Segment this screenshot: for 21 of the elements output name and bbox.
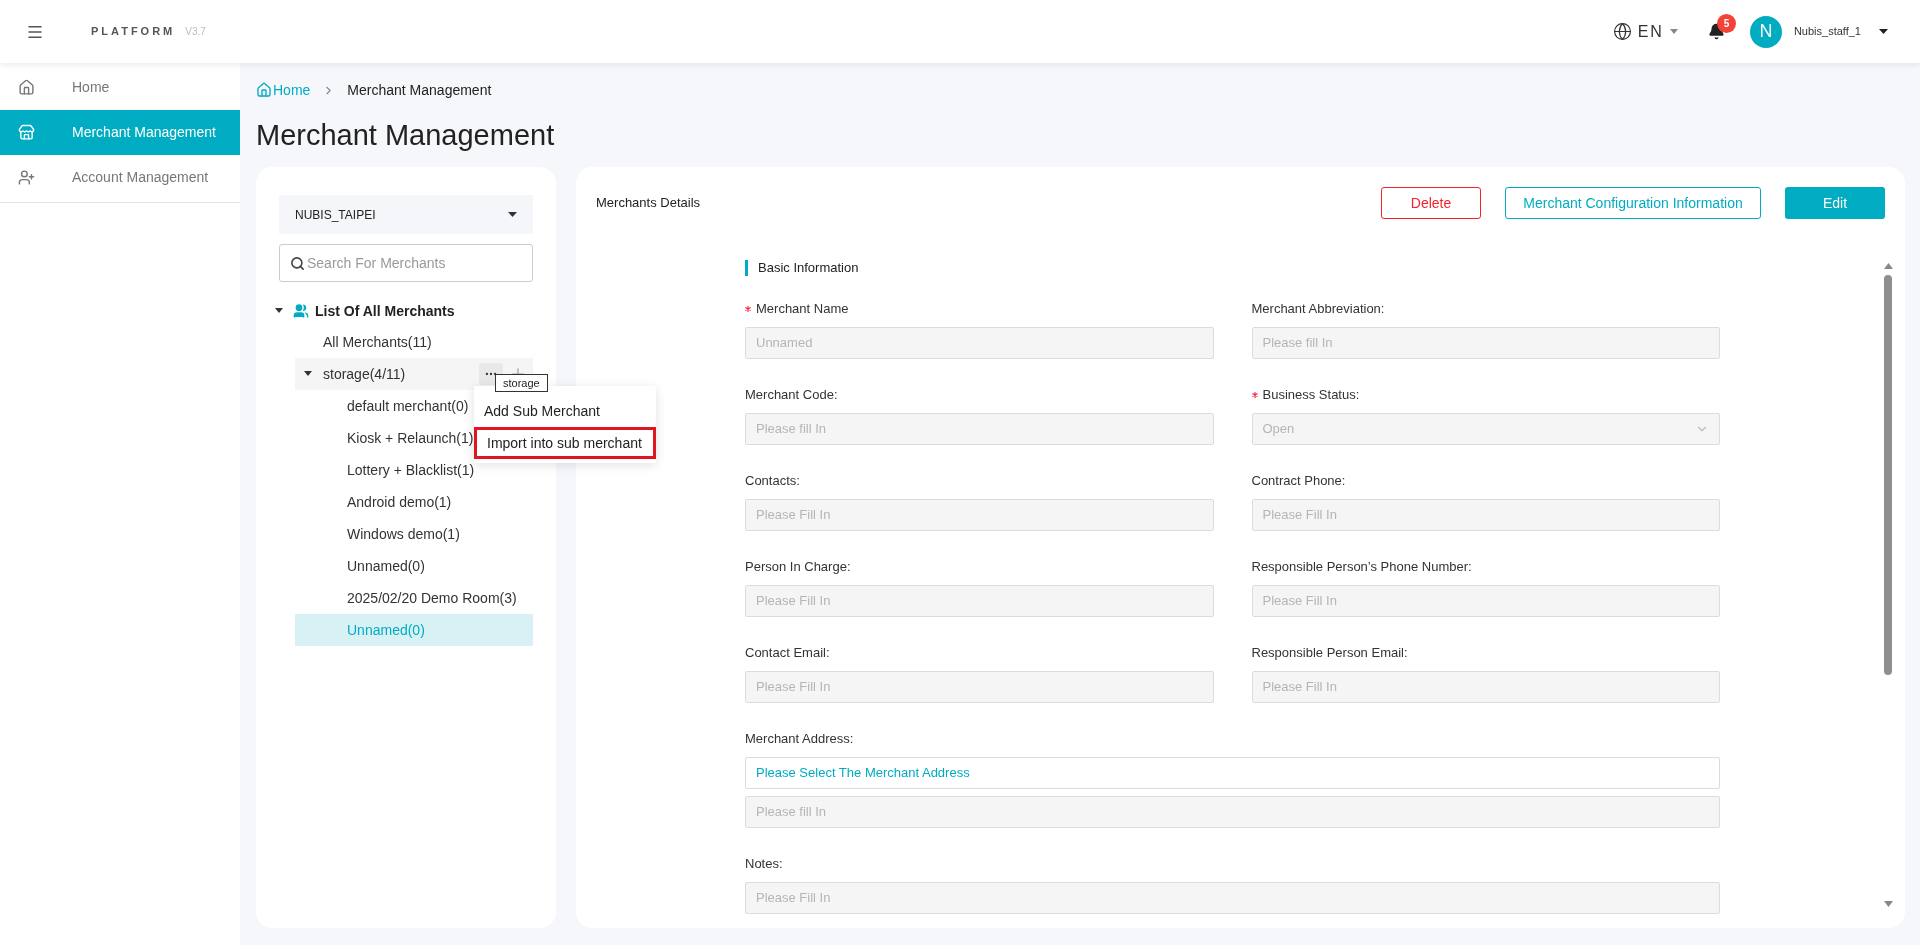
field-label: Contacts: bbox=[745, 472, 800, 491]
field-label: Responsible Person Email: bbox=[1251, 644, 1408, 663]
field-label: Responsible Person’s Phone Number: bbox=[1251, 558, 1472, 577]
field-label: Merchant Code: bbox=[745, 386, 838, 405]
version-label: V3.7 bbox=[185, 25, 206, 39]
field-label: Merchant Abbreviation: bbox=[1251, 300, 1385, 319]
field-label: Contact Email: bbox=[745, 644, 830, 663]
breadcrumb-current: Merchant Management bbox=[347, 80, 492, 100]
field-label: Business Status: bbox=[1262, 386, 1360, 405]
field-label: Merchant Address: bbox=[745, 730, 854, 749]
brand-name: PLATFORM bbox=[91, 24, 176, 40]
field-label: Person In Charge: bbox=[745, 558, 851, 577]
field-label: Merchant Name bbox=[756, 300, 849, 319]
tree-root-label: List Of All Merchants bbox=[315, 301, 455, 321]
field-label: Notes: bbox=[745, 855, 783, 874]
tooltip: storage bbox=[495, 374, 548, 392]
section-title: Basic Information bbox=[758, 259, 859, 278]
page-title: Merchant Management bbox=[256, 118, 556, 153]
notification-badge: 5 bbox=[1716, 14, 1736, 33]
field-label: Contract Phone: bbox=[1251, 472, 1346, 491]
panel-title: Merchants Details bbox=[596, 194, 702, 213]
